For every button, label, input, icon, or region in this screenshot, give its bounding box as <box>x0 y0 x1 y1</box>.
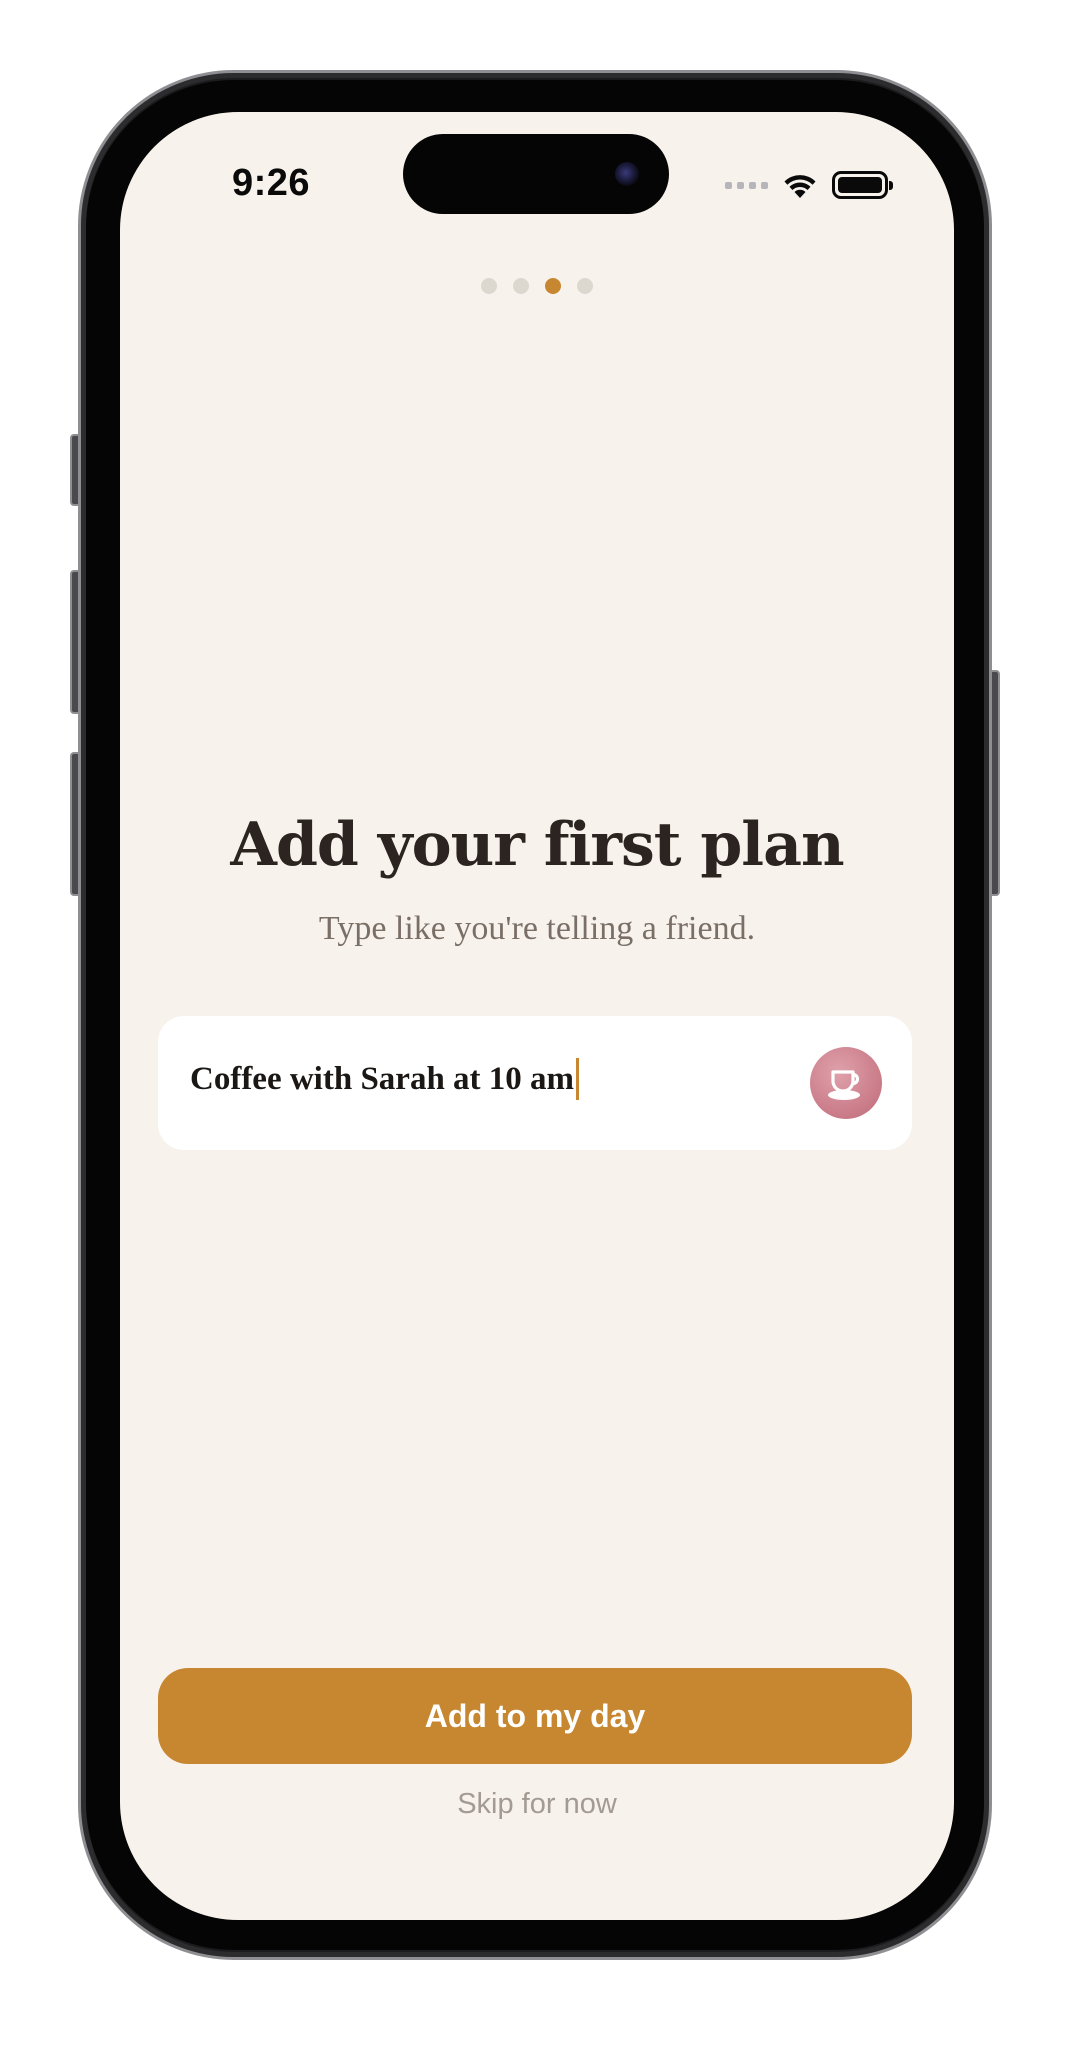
plan-input-field[interactable]: Coffee with Sarah at 10 am <box>158 1016 912 1150</box>
plan-input-text[interactable]: Coffee with Sarah at 10 am <box>190 1058 580 1100</box>
skip-for-now-link[interactable]: Skip for now <box>120 1788 954 1821</box>
plan-input-value: Coffee with Sarah at 10 am <box>190 1060 575 1097</box>
coffee-cup-icon <box>810 1047 882 1119</box>
status-bar-time: 9:26 <box>232 162 311 204</box>
dynamic-island <box>403 134 669 214</box>
phone-screen: 9:26 Add your first plan Type like you'r… <box>120 112 954 1920</box>
cellular-signal-icon <box>725 181 768 189</box>
text-caret <box>576 1058 580 1100</box>
page-title: Add your first plan <box>230 810 844 880</box>
page-subtitle: Type like you're telling a friend. <box>318 910 756 947</box>
add-to-my-day-button[interactable]: Add to my day <box>158 1668 912 1764</box>
page-dot <box>513 278 529 294</box>
page-indicator <box>120 278 954 294</box>
front-camera-icon <box>615 162 639 186</box>
page-dot-active <box>545 278 561 294</box>
page-dot <box>481 278 497 294</box>
status-bar-indicators <box>725 170 893 200</box>
battery-icon <box>832 171 893 199</box>
wifi-icon <box>784 175 816 198</box>
page-dot <box>577 278 593 294</box>
